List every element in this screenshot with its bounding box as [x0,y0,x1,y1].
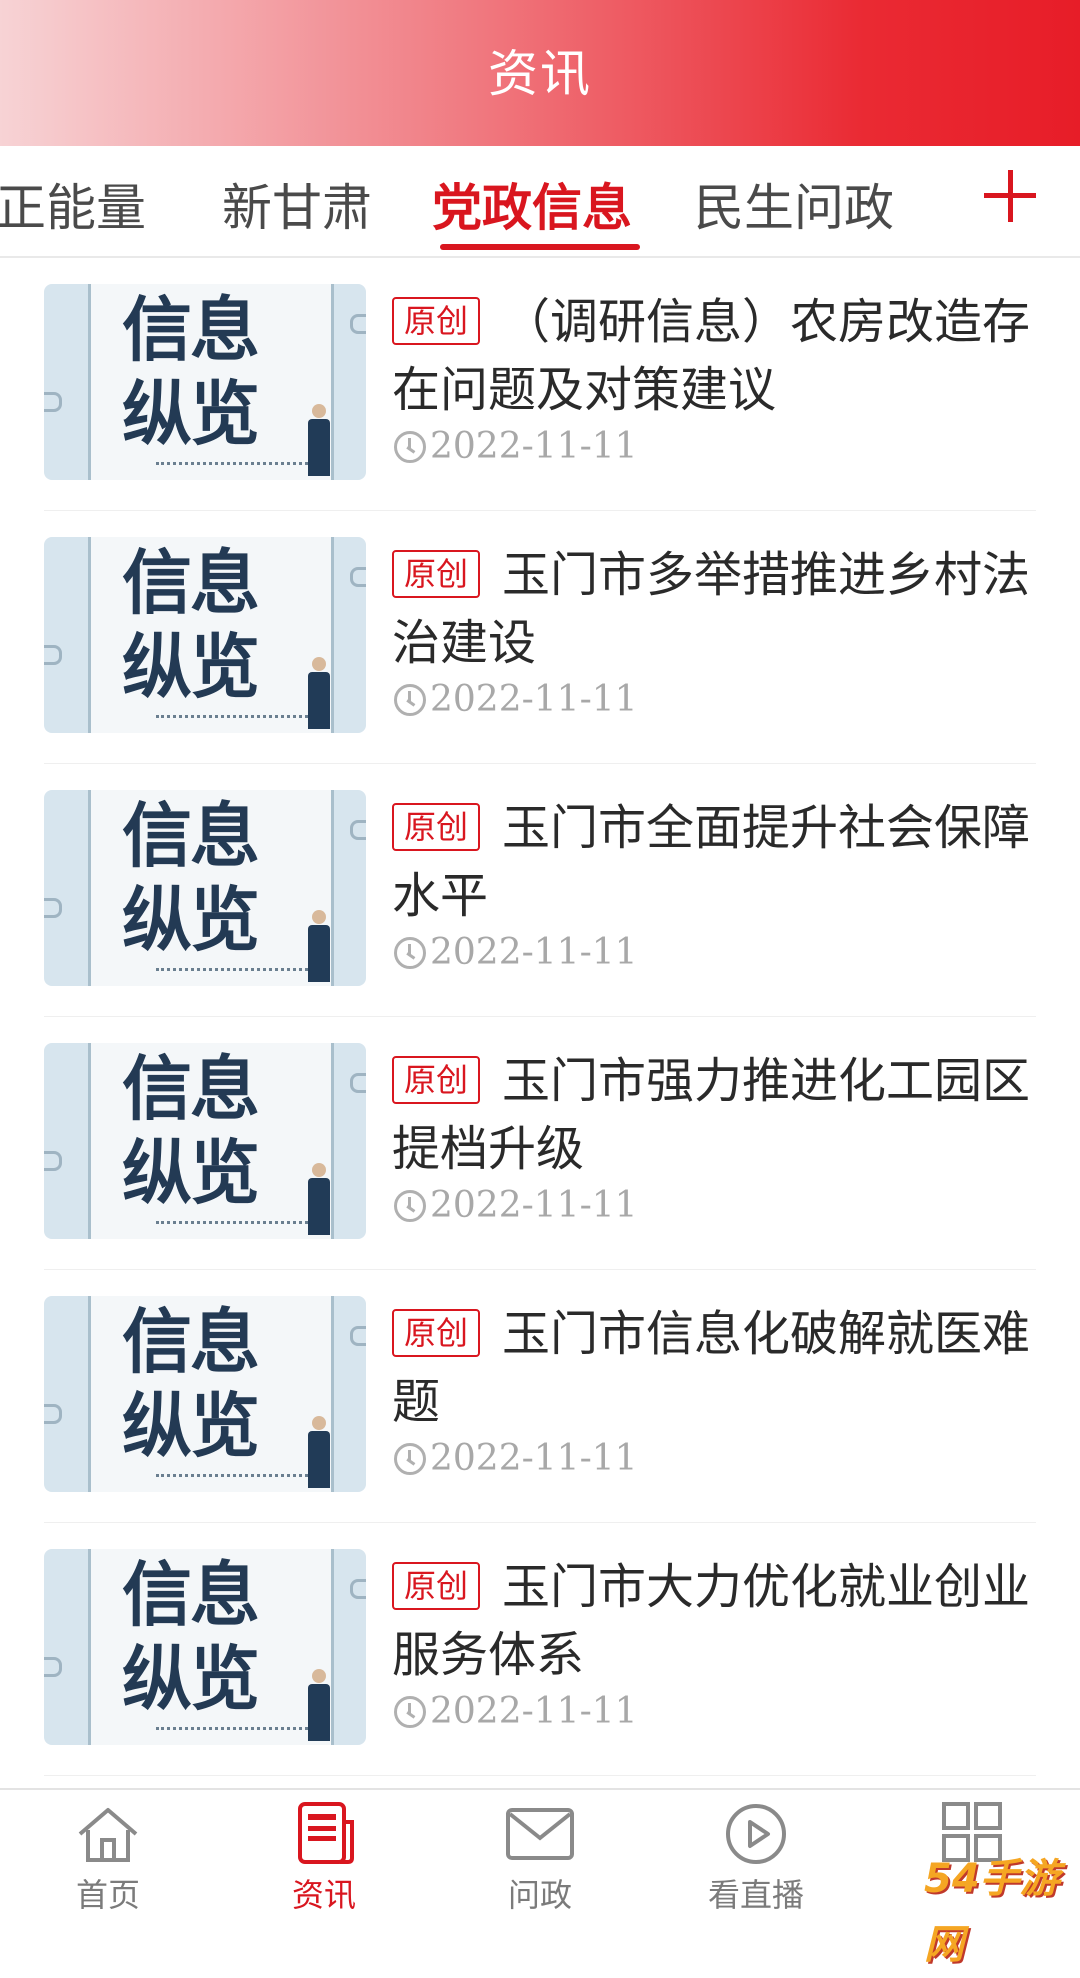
plus-icon[interactable] [984,168,1040,224]
clock-icon [394,1695,426,1728]
tab-positive-energy[interactable]: 正能量 [0,168,146,240]
person-icon [306,657,332,729]
person-icon [306,404,332,476]
article-thumbnail: 信息 纵览 [44,284,366,480]
home-icon [72,1802,144,1866]
article-date: 2022-11-11 [394,1438,638,1479]
article-thumbnail: 信息 纵览 [44,537,366,733]
list-item[interactable]: 信息 纵览 原创 玉门市多举措推进乡村法治建设 2022-11-11 [44,511,1036,764]
article-date: 2022-11-11 [394,1691,638,1732]
person-icon [306,1669,332,1741]
original-badge: 原创 [392,803,481,851]
original-badge: 原创 [392,550,481,598]
clock-icon [394,936,426,969]
nav-home[interactable]: 首页 [28,1802,188,1916]
news-icon [288,1802,360,1866]
article-thumbnail: 信息 纵览 [44,1549,366,1745]
nav-news[interactable]: 资讯 [244,1802,404,1916]
article-thumbnail: 信息 纵览 [44,790,366,986]
list-item[interactable]: 信息 纵览 原创 玉门市大力优化就业创业服务体系 2022-11-11 [44,1523,1036,1776]
article-title: 原创 玉门市强力推进化工园区提档升级 [392,1053,1031,1177]
article-thumbnail: 信息 纵览 [44,1043,366,1239]
article-title: 原创 玉门市多举措推进乡村法治建设 [392,547,1031,671]
list-item[interactable]: 信息 纵览 原创 玉门市全面提升社会保障水平 2022-11-11 [44,764,1036,1017]
article-date: 2022-11-11 [394,932,638,973]
original-badge: 原创 [392,1562,481,1610]
page-title: 资讯 [488,45,592,103]
app-header: 资讯 [0,0,1080,146]
tab-party-government[interactable]: 党政信息 [432,168,632,240]
original-badge: 原创 [392,297,481,345]
article-date: 2022-11-11 [394,426,638,467]
list-item[interactable]: 信息 纵览 原创 玉门市强力推进化工园区提档升级 2022-11-11 [44,1017,1036,1270]
list-item[interactable]: 信息 纵览 原创 玉门市信息化破解就医难题 2022-11-11 [44,1270,1036,1523]
tab-new-gansu[interactable]: 新甘肃 [222,168,372,240]
article-title: 原创 玉门市全面提升社会保障水平 [392,800,1031,924]
person-icon [306,910,332,982]
clock-icon [394,1189,426,1222]
article-title: 原创 玉门市信息化破解就医难题 [392,1306,1031,1430]
article-date: 2022-11-11 [394,1185,638,1226]
original-badge: 原创 [392,1309,481,1357]
article-title: 原创 玉门市大力优化就业创业服务体系 [392,1559,1031,1683]
tab-livelihood[interactable]: 民生问政 [694,168,894,240]
play-icon [720,1802,792,1866]
original-badge: 原创 [392,1056,481,1104]
nav-inquiry[interactable]: 问政 [460,1802,620,1916]
person-icon [306,1163,332,1235]
watermark-logo: 54手游网 [924,1856,1060,1968]
article-thumbnail: 信息 纵览 [44,1296,366,1492]
mail-icon [504,1802,576,1866]
nav-live[interactable]: 看直播 [676,1802,836,1916]
article-date: 2022-11-11 [394,679,638,720]
article-list: 信息 纵览 原创 （调研信息）农房改造存在问题及对策建议 2022-11-11 信息… [0,258,1080,1776]
article-title: 原创 （调研信息）农房改造存在问题及对策建议 [392,294,1031,418]
clock-icon [394,683,426,716]
bottom-nav: 首页 资讯 问政 看直播 [0,1788,1080,1922]
clock-icon [394,430,426,463]
clock-icon [394,1442,426,1475]
list-item[interactable]: 信息 纵览 原创 （调研信息）农房改造存在问题及对策建议 2022-11-11 [44,258,1036,511]
active-tab-indicator [440,244,640,250]
channel-tabs: 正能量 新甘肃 党政信息 民生问政 [0,146,1080,258]
person-icon [306,1416,332,1488]
